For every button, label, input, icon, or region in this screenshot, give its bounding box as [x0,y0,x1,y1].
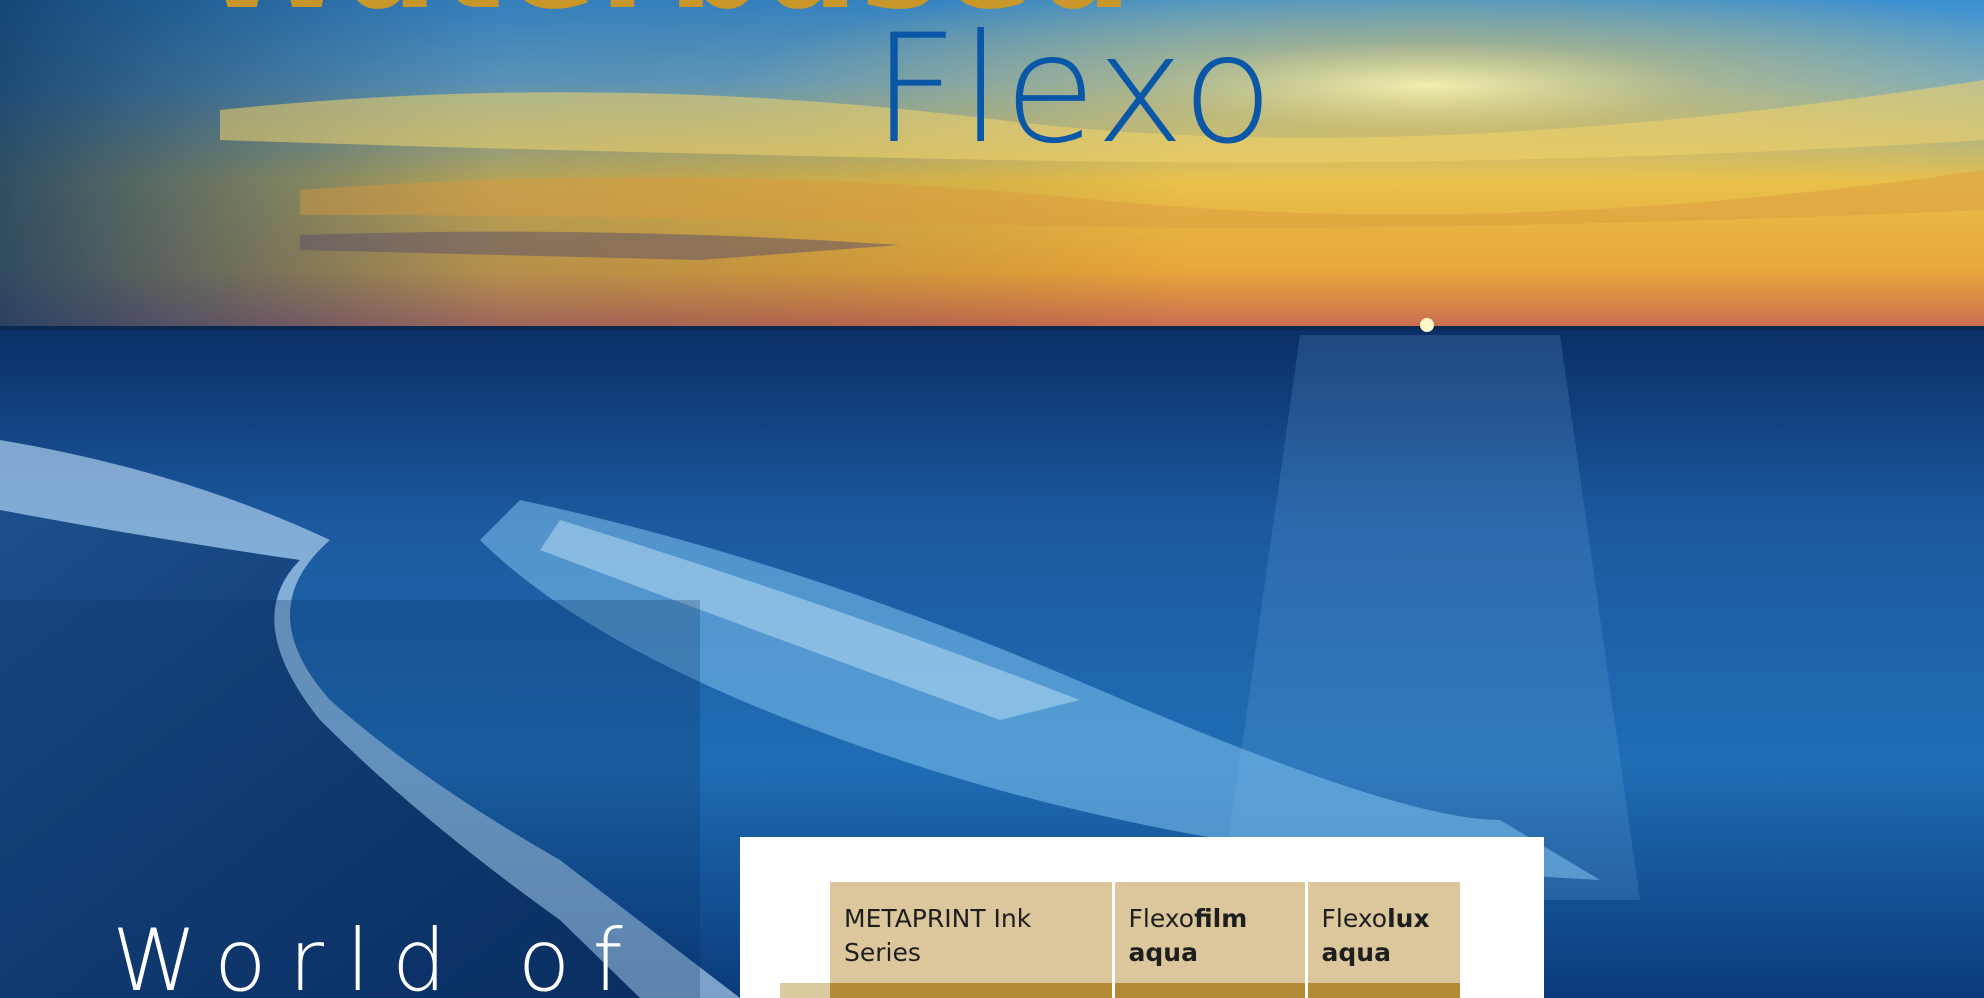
ink-series-card: METAPRINT Ink Series Flexofilm aqua Flexo… [740,837,1544,998]
ink-series-table: METAPRINT Ink Series Flexofilm aqua Flexo… [830,882,1460,998]
main-heading: Flexo [872,3,1276,177]
brochure-page: Waterbased Flexo World of METAPRINT Ink … [0,0,1984,998]
table-cell [1306,983,1460,998]
header-flexofilm-prefix: Flexo [1128,904,1195,933]
card-left-tab [780,983,830,998]
header-flexolux-line2: aqua [1321,938,1391,967]
header-ink-series: METAPRINT Ink Series [830,882,1115,983]
header-flexolux-prefix: Flexo [1321,904,1388,933]
table-header-row: METAPRINT Ink Series Flexofilm aqua Flexo… [830,882,1460,983]
header-ink-series-label: METAPRINT Ink Series [844,904,1032,967]
side-heading: World of [112,911,645,998]
header-flexofilm-line2: aqua [1128,938,1198,967]
header-flexolux-bold: lux [1387,904,1430,933]
header-flexofilm-bold: film [1194,904,1248,933]
header-flexolux-aqua: Flexolux aqua [1306,882,1460,983]
table-cell [1113,983,1308,998]
header-flexofilm-aqua: Flexofilm aqua [1113,882,1308,983]
table-cell [830,983,1115,998]
table-row [830,983,1460,998]
